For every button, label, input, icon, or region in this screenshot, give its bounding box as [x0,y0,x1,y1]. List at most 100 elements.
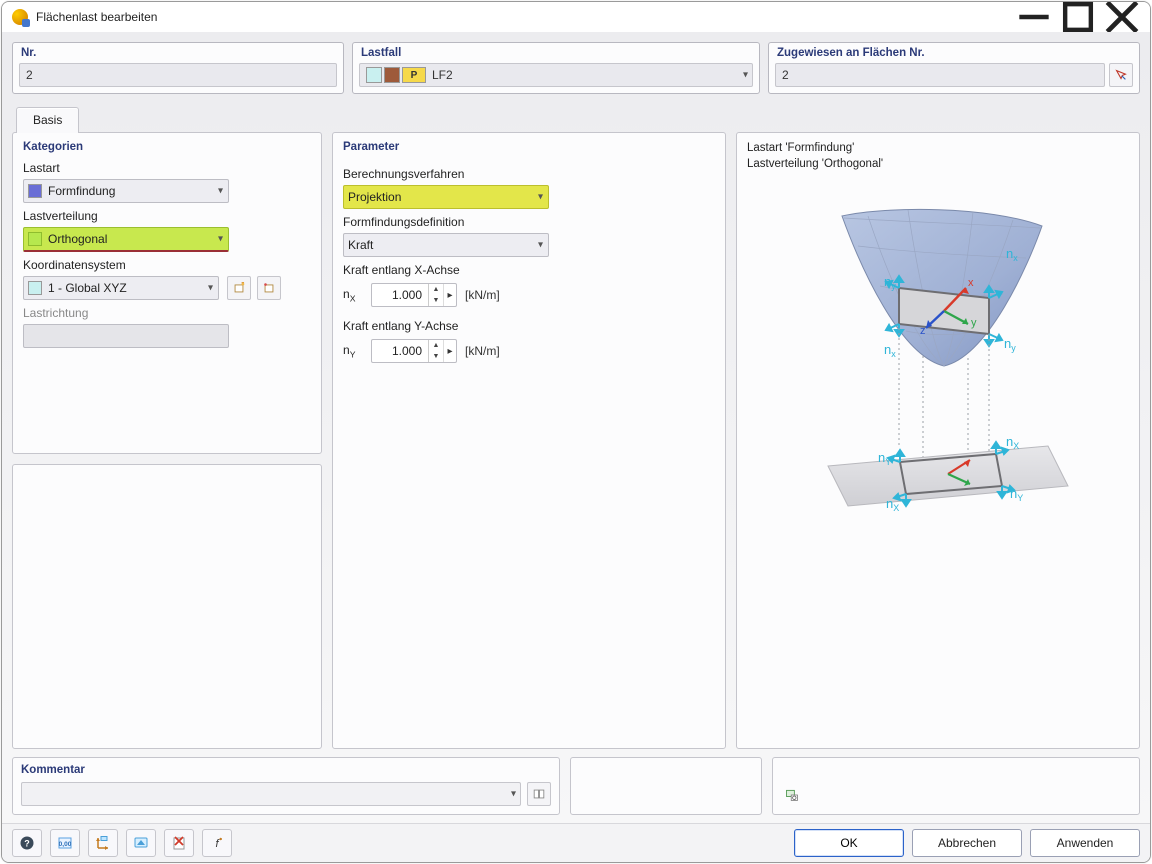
svg-text:?: ? [24,839,30,849]
formfinding-def-label: Formfindungsdefinition [343,215,715,229]
force-x-label: Kraft entlang X-Achse [343,263,715,277]
coord-system-new-button[interactable] [227,276,251,300]
assigned-surfaces-input[interactable]: 2 [775,63,1105,87]
chevron-down-icon: ▾ [218,234,223,245]
force-y-symbol: nY [343,343,363,359]
close-button[interactable] [1100,2,1144,32]
svg-text:nY: nY [878,450,891,467]
force-y-label: Kraft entlang Y-Achse [343,319,715,333]
assigned-surfaces-group: Zugewiesen an Flächen Nr. 2 [768,42,1140,94]
dialog-window: Flächenlast bearbeiten Nr. 2 Lastfall [1,1,1151,863]
lastart-value: Formfindung [48,184,115,198]
force-y-step[interactable]: ▸ [443,340,456,362]
loadcase-color-swatch-2 [384,67,400,83]
titlebar: Flächenlast bearbeiten [2,2,1150,32]
cancel-button[interactable]: Abbrechen [912,829,1022,857]
comment-label: Kommentar [21,764,551,776]
formfinding-def-value: Kraft [348,238,373,252]
lastart-dropdown[interactable]: Formfindung ▾ [23,179,229,203]
nr-input[interactable]: 2 [19,63,337,87]
apply-button[interactable]: Anwenden [1030,829,1140,857]
chevron-down-icon: ▾ [208,283,213,294]
lastart-swatch-icon [28,184,42,198]
coord-system-value: 1 - Global XYZ [48,281,127,295]
comment-dropdown[interactable]: ▾ [21,782,521,806]
force-x-symbol: nX [343,287,363,303]
categories-panel: Kategorien Lastart Formfindung ▾ Lastver… [12,132,322,454]
units-button[interactable]: 0,00 [50,829,80,857]
chevron-down-icon: ▾ [218,186,223,197]
loadcase-group: Lastfall P LF2 ▾ [352,42,760,94]
loadcase-label: Lastfall [359,47,753,59]
nr-value: 2 [26,68,33,82]
axis-button[interactable] [88,829,118,857]
tab-strip: Basis [2,100,1150,132]
minimize-button[interactable] [1012,2,1056,32]
ok-button[interactable]: OK [794,829,904,857]
workarea: Nr. 2 Lastfall P LF2 ▾ Zugewie [2,32,1150,823]
svg-text:x: x [968,277,974,289]
nr-group: Nr. 2 [12,42,344,94]
formfinding-def-dropdown[interactable]: Kraft ▾ [343,233,549,257]
svg-text:z: z [920,325,926,337]
lastverteilung-swatch-icon [28,232,42,246]
coord-system-label: Koordinatensystem [23,258,311,272]
formula-button[interactable]: f [202,829,232,857]
footer: ? 0,00 f OK Abbrechen Anwenden [2,823,1150,862]
comment-panel: Kommentar ▾ [12,757,560,815]
force-y-spin[interactable]: ▲▼ [428,340,443,362]
nr-label: Nr. [19,47,337,59]
preview-panel: Lastart 'Formfindung' Lastverteilung 'Or… [736,132,1140,749]
preview-caption: Lastart 'Formfindung' Lastverteilung 'Or… [747,141,1129,172]
pick-surfaces-button[interactable] [1109,63,1133,87]
categories-empty-panel [12,464,322,749]
svg-text:y: y [971,317,977,329]
parameters-title: Parameter [343,141,715,153]
maximize-button[interactable] [1056,2,1100,32]
force-x-step[interactable]: ▸ [443,284,456,306]
force-x-value: 1.000 [372,288,428,302]
window-title: Flächenlast bearbeiten [36,10,157,24]
preview-settings-button[interactable] [781,784,803,806]
help-button[interactable]: ? [12,829,42,857]
app-icon [12,9,28,25]
calc-method-dropdown[interactable]: Projektion ▾ [343,185,549,209]
comment-library-button[interactable] [527,782,551,806]
delete-button[interactable] [164,829,194,857]
svg-text:nX: nX [1006,434,1019,451]
force-x-spin[interactable]: ▲▼ [428,284,443,306]
svg-text:0,00: 0,00 [59,841,72,848]
force-x-unit: [kN/m] [465,288,500,302]
force-y-input[interactable]: 1.000 ▲▼ ▸ [371,339,457,363]
coord-system-edit-button[interactable] [257,276,281,300]
force-x-input[interactable]: 1.000 ▲▼ ▸ [371,283,457,307]
assigned-surfaces-value: 2 [782,68,789,82]
coord-system-swatch-icon [28,281,42,295]
loadcase-value: LF2 [432,68,453,82]
force-y-value: 1.000 [372,344,428,358]
svg-text:nx: nx [884,342,896,359]
aux-panel [570,757,762,815]
lastverteilung-value: Orthogonal [48,232,107,246]
loadcase-dropdown[interactable]: P LF2 ▾ [359,63,753,87]
lastverteilung-label: Lastverteilung [23,209,311,223]
chevron-down-icon: ▾ [538,240,543,251]
view-button[interactable] [126,829,156,857]
chevron-down-icon: ▾ [538,192,543,203]
calc-method-value: Projektion [348,190,401,204]
loadcase-type-badge: P [402,67,426,83]
svg-text:f: f [215,838,219,850]
lastart-label: Lastart [23,161,311,175]
coord-system-dropdown[interactable]: 1 - Global XYZ ▾ [23,276,219,300]
preview-tools-panel [772,757,1140,815]
lastrichtung-label: Lastrichtung [23,306,311,320]
lastverteilung-dropdown[interactable]: Orthogonal ▾ [23,227,229,252]
chevron-down-icon: ▾ [743,70,748,81]
svg-text:ny: ny [1004,336,1016,353]
chevron-down-icon: ▾ [511,789,516,800]
categories-title: Kategorien [23,141,311,153]
force-y-unit: [kN/m] [465,344,500,358]
loadcase-color-swatch-1 [366,67,382,83]
preview-illustration: x y z [747,178,1129,738]
tab-basis[interactable]: Basis [16,107,79,133]
